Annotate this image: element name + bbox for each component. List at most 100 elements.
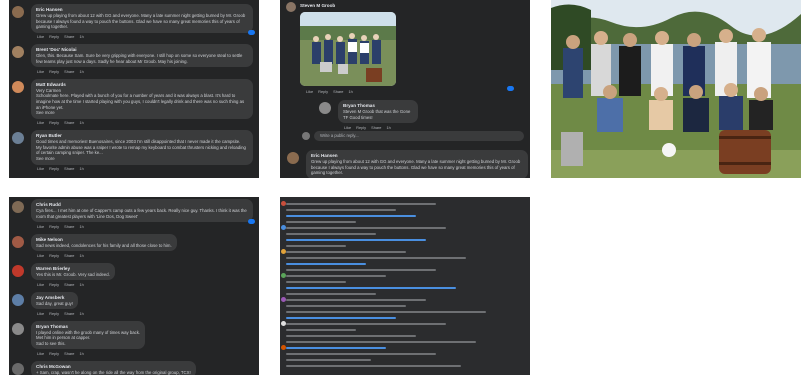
group-photo[interactable] xyxy=(551,0,801,178)
comment-bubble: Ryan Butler Good times and memories! Bue… xyxy=(31,130,253,165)
chat-log-panel xyxy=(280,197,530,375)
chat-line xyxy=(286,305,406,307)
chat-line xyxy=(286,347,386,349)
avatar xyxy=(12,201,24,213)
comment-actions: Like Reply Share 1h xyxy=(31,68,259,75)
chat-line xyxy=(286,311,486,313)
avatar xyxy=(281,345,286,350)
chat-line xyxy=(286,215,416,217)
reply-action[interactable]: Reply xyxy=(49,253,59,258)
comment: Jay Amsberk Sad day, great guy! Like Repl… xyxy=(9,291,259,317)
share-action[interactable]: Share xyxy=(64,34,74,39)
chat-line xyxy=(286,233,376,235)
chat-line xyxy=(286,269,436,271)
share-action[interactable]: Share xyxy=(64,166,74,171)
chat-line xyxy=(286,299,426,301)
chat-line xyxy=(286,281,346,283)
reply-action[interactable]: Reply xyxy=(49,311,59,316)
share-action[interactable]: Share xyxy=(64,224,74,229)
chat-line xyxy=(286,245,346,247)
comment: Warren Brierley Yes this is Mr. Groob. V… xyxy=(9,262,259,288)
like-action[interactable]: Like xyxy=(37,166,44,171)
comment-bubble: Matt Edwards Very Carmen Schoolmate here.… xyxy=(31,78,253,119)
reply-action[interactable]: Reply xyxy=(49,34,59,39)
avatar xyxy=(12,132,24,145)
share-action[interactable]: Share xyxy=(371,125,381,130)
chat-line xyxy=(286,257,466,259)
comment-bubble: Jay Amsberk Sad day, great guy! xyxy=(31,291,78,310)
like-action[interactable]: Like xyxy=(344,125,351,130)
comment-actions: Like Reply Share 1h xyxy=(31,223,259,230)
share-action[interactable]: Share xyxy=(64,282,74,287)
reply-action[interactable]: Reply xyxy=(49,120,59,125)
like-action[interactable]: Like xyxy=(37,69,44,74)
timestamp: 1h xyxy=(79,281,84,287)
like-action[interactable]: Like xyxy=(37,224,44,229)
chat-line xyxy=(286,287,456,289)
comment-text: Cya fires... I met him at one of Capper'… xyxy=(36,208,247,219)
avatar xyxy=(12,6,24,18)
like-action[interactable]: Like xyxy=(37,120,44,125)
comment-actions: Like Reply Share 1h xyxy=(31,281,259,288)
chat-line xyxy=(286,275,386,277)
reply-action[interactable]: Reply xyxy=(49,282,59,287)
comment: Chris Rudd Cya fires... I met him at one… xyxy=(9,199,259,230)
chat-line xyxy=(286,221,356,223)
timestamp: 1h xyxy=(79,34,84,40)
comment: Brent 'Doc' Nicolai Glen, this. Because … xyxy=(9,44,259,75)
avatar xyxy=(281,249,286,254)
reply-action[interactable]: Reply xyxy=(318,89,328,94)
comment-actions: Like Reply Share 1h xyxy=(31,252,259,259)
share-action[interactable]: Share xyxy=(64,351,74,356)
chat-line xyxy=(286,317,396,319)
reply-action[interactable]: Reply xyxy=(49,351,59,356)
comment-bubble: Warren Brierley Yes this is Mr. Groob. V… xyxy=(31,262,115,281)
timestamp: 1h xyxy=(79,350,84,356)
chat-line xyxy=(286,329,356,331)
comment-bubble: Chris Rudd Cya fires... I met him at one… xyxy=(31,199,253,223)
comment-text: Grew up playing from about 12 with GG an… xyxy=(36,13,246,30)
chat-line xyxy=(286,227,446,229)
see-more-link[interactable]: See more xyxy=(36,156,248,162)
timestamp: 1h xyxy=(79,68,84,74)
comment-text: My favorite admin abuse was a sniper I w… xyxy=(36,144,246,156)
reply-action[interactable]: Reply xyxy=(49,69,59,74)
chat-line xyxy=(286,203,436,205)
comment-actions: Like Reply Share 1h xyxy=(31,165,259,172)
comment-text: Sad news indeed, condolences for his fam… xyxy=(36,242,172,248)
timestamp: 1h xyxy=(79,120,84,126)
comment: Bryan Thomas I played online with the gr… xyxy=(9,320,259,357)
chat-line xyxy=(286,353,436,355)
comment-actions: Like Reply Share 1h xyxy=(31,310,259,317)
share-action[interactable]: Share xyxy=(64,311,74,316)
poster-name[interactable]: Steven M Groob xyxy=(300,3,335,8)
avatar xyxy=(12,293,24,306)
comment-bubble: Brent 'Doc' Nicolai Glen, this. Because … xyxy=(31,44,253,68)
reply-action[interactable]: Reply xyxy=(49,224,59,229)
like-action[interactable]: Like xyxy=(306,89,313,94)
like-action[interactable]: Like xyxy=(37,253,44,258)
share-action[interactable]: Share xyxy=(333,89,343,94)
like-reaction-icon xyxy=(248,30,255,35)
comment-text: Schoolmate here. Played with a bunch of … xyxy=(36,93,245,110)
chat-line xyxy=(286,335,416,337)
chat-line xyxy=(286,293,376,295)
share-action[interactable]: Share xyxy=(64,253,74,258)
see-more-link[interactable]: See more xyxy=(36,110,248,116)
reply-input[interactable]: Write a public reply... xyxy=(314,131,524,141)
like-action[interactable]: Like xyxy=(37,282,44,287)
comment: Eric Hansen Grew up playing from about 1… xyxy=(9,4,259,40)
like-action[interactable]: Like xyxy=(37,34,44,39)
like-action[interactable]: Like xyxy=(37,351,44,356)
share-action[interactable]: Share xyxy=(64,69,74,74)
avatar xyxy=(319,102,331,114)
reply-action[interactable]: Reply xyxy=(356,125,366,130)
comment-actions: Like Reply Share 1h xyxy=(31,33,259,40)
avatar xyxy=(302,132,310,140)
like-action[interactable]: Like xyxy=(37,311,44,316)
reply-comment: Bryan Thomas Steven M Groob that was the… xyxy=(316,100,418,131)
share-action[interactable]: Share xyxy=(64,120,74,125)
comment-actions: Like Reply Share 1h xyxy=(338,124,418,131)
group-photo-thumbnail[interactable] xyxy=(300,12,396,86)
reply-action[interactable]: Reply xyxy=(49,166,59,171)
